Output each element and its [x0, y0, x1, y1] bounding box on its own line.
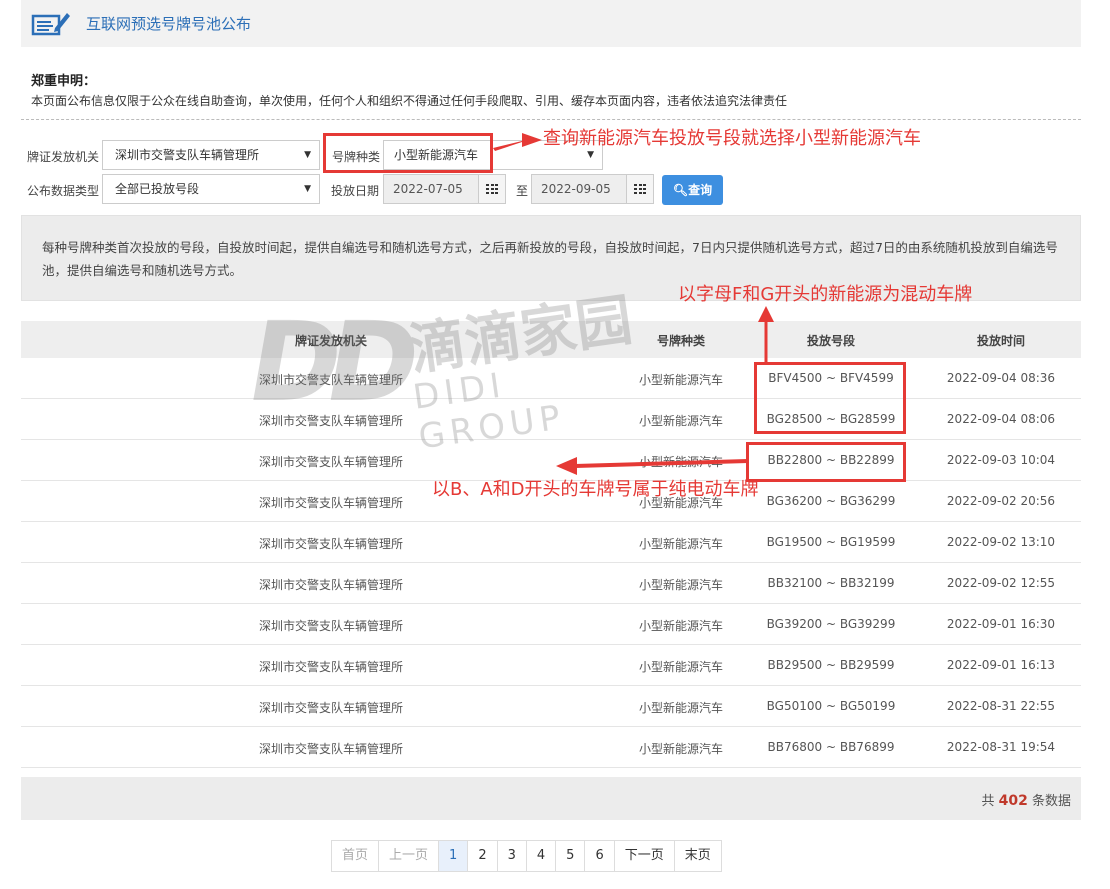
pager-first[interactable]: 首页: [332, 841, 380, 871]
cell-range: BG19500 ~ BG19599: [766, 535, 896, 549]
document-pen-icon: [31, 13, 70, 36]
cell-plate-type: 小型新能源汽车: [638, 701, 723, 715]
cell-issuer: 深圳市交警支队车辆管理所: [258, 537, 403, 551]
pager-page-3[interactable]: 3: [497, 841, 527, 871]
cell-time: 2022-09-02 13:10: [946, 535, 1056, 549]
page-title: 互联网预选号牌号池公布: [86, 15, 252, 33]
chevron-down-icon: ▼: [304, 150, 311, 160]
calendar-icon: [486, 184, 498, 194]
cell-plate-type: 小型新能源汽车: [638, 537, 723, 551]
cell-range: BB76800 ~ BB76899: [767, 740, 895, 754]
arrow-up-icon: [758, 306, 774, 322]
notice-text: 本页面公布信息仅限于公众在线自助查询，单次使用，任何个人和组织不得通过任何手段爬…: [31, 94, 788, 108]
pager-page-2[interactable]: 2: [468, 841, 498, 871]
record-count: 共 402 条数据: [981, 790, 1071, 809]
table-row: 深圳市交警支队车辆管理所 小型新能源汽车 BFV4500 ~ BFV4599 2022…: [21, 358, 1081, 399]
cell-range: BG39200 ~ BG39299: [766, 617, 896, 631]
table-row: 深圳市交警支队车辆管理所 小型新能源汽车 BG28500 ~ BG28599 2022…: [21, 399, 1081, 440]
column-header-issuer: 牌证发放机关: [294, 334, 367, 348]
cell-issuer: 深圳市交警支队车辆管理所: [258, 373, 403, 387]
pager-page-4[interactable]: 4: [526, 841, 557, 871]
data-type-select[interactable]: 全部已投放号段 ▼: [102, 174, 320, 204]
table-header: 牌证发放机关 号牌种类 投放号段 投放时间: [21, 321, 1081, 358]
date-from-calendar-button[interactable]: [478, 174, 506, 204]
cell-plate-type: 小型新能源汽车: [638, 414, 723, 428]
column-header-time: 投放时间: [976, 334, 1025, 348]
query-button-label: 查询: [688, 183, 713, 197]
cell-plate-type: 小型新能源汽车: [638, 578, 723, 592]
cell-time: 2022-08-31 19:54: [946, 740, 1056, 754]
issuer-select[interactable]: 深圳市交警支队车辆管理所 ▼: [102, 140, 320, 170]
annotation-box-b: [746, 442, 906, 482]
cell-range: BG50100 ~ BG50199: [766, 699, 896, 713]
cell-range: BB32100 ~ BB32199: [767, 576, 895, 590]
table-row: 深圳市交警支队车辆管理所 小型新能源汽车 BG19500 ~ BG19599 2022…: [21, 522, 1081, 563]
cell-time: 2022-09-03 10:04: [946, 453, 1056, 467]
issuer-select-value: 深圳市交警支队车辆管理所: [115, 148, 260, 162]
record-count-suffix: 条数据: [1031, 794, 1071, 809]
cell-range: BB29500 ~ BB29599: [767, 658, 895, 672]
pager-page-5[interactable]: 5: [556, 841, 586, 871]
cell-issuer: 深圳市交警支队车辆管理所: [258, 742, 403, 756]
cell-issuer: 深圳市交警支队车辆管理所: [258, 578, 403, 592]
annotation-b: 以B、A和D开头的车牌号属于纯电动车牌: [432, 479, 759, 500]
page-header: 互联网预选号牌号池公布: [21, 0, 1081, 47]
cell-time: 2022-09-01 16:13: [946, 658, 1056, 672]
cell-plate-type: 小型新能源汽车: [638, 660, 723, 674]
pager-page-6[interactable]: 6: [585, 841, 615, 871]
annotation-box-plate-type: [323, 133, 493, 173]
search-icon: 🔍︎: [672, 183, 689, 197]
data-type-select-value: 全部已投放号段: [115, 182, 200, 196]
table-row: 深圳市交警支队车辆管理所 小型新能源汽车 BG39200 ~ BG39299 2022…: [21, 604, 1081, 645]
cell-time: 2022-09-04 08:06: [946, 412, 1056, 426]
table-footer: 共 402 条数据: [21, 777, 1081, 820]
cell-issuer: 深圳市交警支队车辆管理所: [258, 619, 403, 633]
data-type-label: 公布数据类型: [27, 184, 100, 198]
cell-plate-type: 小型新能源汽车: [638, 373, 723, 387]
annotation-top: 查询新能源汽车投放号段就选择小型新能源汽车: [543, 128, 921, 149]
date-label: 投放日期: [331, 184, 380, 198]
record-count-prefix: 共: [981, 794, 995, 809]
issuer-label: 牌证发放机关: [27, 150, 100, 164]
date-from-input[interactable]: 2022-07-05: [383, 174, 479, 204]
pager-page-1[interactable]: 1: [439, 841, 469, 871]
query-button[interactable]: 🔍︎查询: [662, 175, 723, 205]
cell-issuer: 深圳市交警支队车辆管理所: [258, 660, 403, 674]
cell-range: BG36200 ~ BG36299: [766, 494, 896, 508]
column-header-plate-type: 号牌种类: [656, 334, 705, 348]
pagination: 首页 上一页 1 2 3 4 5 6 下一页 末页: [331, 840, 722, 872]
cell-plate-type: 小型新能源汽车: [638, 619, 723, 633]
pager-prev[interactable]: 上一页: [379, 841, 440, 871]
info-text: 每种号牌种类首次投放的号段，自投放时间起，提供自编选号和随机选号方式，之后再新投…: [42, 240, 1058, 278]
cell-time: 2022-09-02 20:56: [946, 494, 1056, 508]
divider: [21, 119, 1081, 120]
cell-issuer: 深圳市交警支队车辆管理所: [258, 701, 403, 715]
date-to-calendar-button[interactable]: [626, 174, 654, 204]
cell-issuer: 深圳市交警支队车辆管理所: [258, 414, 403, 428]
notice-title: 郑重申明：: [31, 74, 97, 89]
annotation-fg: 以字母F和G开头的新能源为混动车牌: [678, 284, 973, 305]
table-row: 深圳市交警支队车辆管理所 小型新能源汽车 BB29500 ~ BB29599 2022…: [21, 645, 1081, 686]
date-to-label: 至: [516, 184, 529, 198]
cell-issuer: 深圳市交警支队车辆管理所: [258, 455, 403, 469]
date-to-input[interactable]: 2022-09-05: [531, 174, 627, 204]
cell-time: 2022-09-02 12:55: [946, 576, 1056, 590]
cell-time: 2022-08-31 22:55: [946, 699, 1056, 713]
table-row: 深圳市交警支队车辆管理所 小型新能源汽车 BG50100 ~ BG50199 2022…: [21, 686, 1081, 727]
annotation-box-fg: [754, 362, 906, 434]
cell-time: 2022-09-01 16:30: [946, 617, 1056, 631]
calendar-icon: [634, 184, 646, 194]
chevron-down-icon: ▼: [304, 184, 311, 194]
cell-issuer: 深圳市交警支队车辆管理所: [258, 496, 403, 510]
cell-plate-type: 小型新能源汽车: [638, 455, 723, 469]
pager-next[interactable]: 下一页: [614, 841, 675, 871]
pager-last[interactable]: 末页: [674, 841, 721, 871]
cell-time: 2022-09-04 08:36: [946, 371, 1056, 385]
table-row: 深圳市交警支队车辆管理所 小型新能源汽车 BB76800 ~ BB76899 2022…: [21, 727, 1081, 768]
record-count-value: 402: [998, 793, 1028, 809]
table-row: 深圳市交警支队车辆管理所 小型新能源汽车 BB32100 ~ BB32199 2022…: [21, 563, 1081, 604]
cell-plate-type: 小型新能源汽车: [638, 742, 723, 756]
column-header-range: 投放号段: [806, 334, 855, 348]
